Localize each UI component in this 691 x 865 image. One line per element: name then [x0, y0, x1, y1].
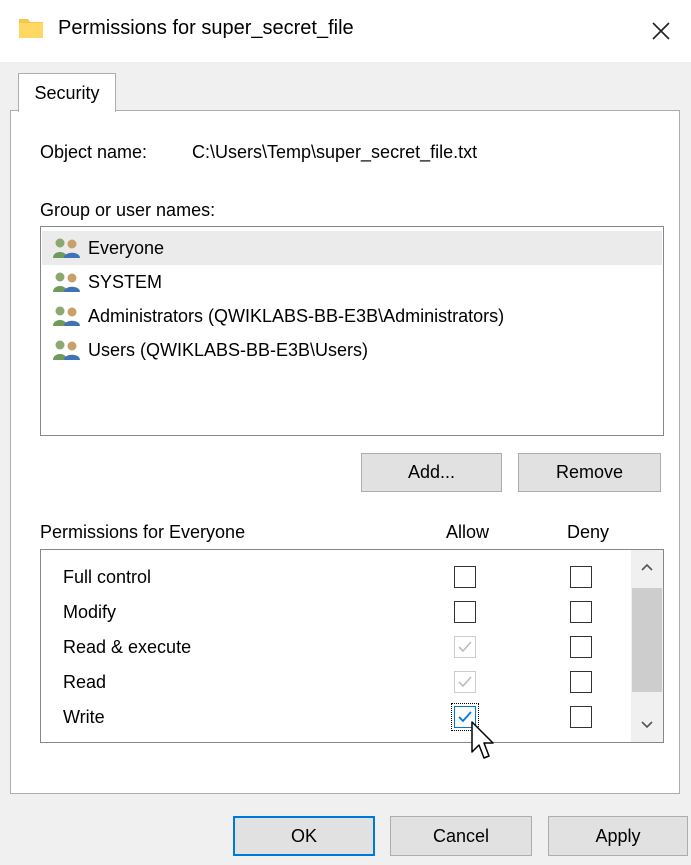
group-item-users[interactable]: Users (QWIKLABS-BB-E3B\Users) [42, 333, 662, 367]
remove-button[interactable]: Remove [518, 453, 661, 492]
checkmark-icon [458, 676, 472, 688]
scroll-down-button[interactable] [631, 708, 663, 742]
add-button[interactable]: Add... [361, 453, 502, 492]
group-item-everyone[interactable]: Everyone [42, 231, 662, 265]
allow-checkbox-full-control[interactable] [454, 566, 476, 588]
folder-icon [19, 19, 43, 38]
chevron-up-icon [641, 563, 653, 571]
permissions-list[interactable]: Full control Modify Read & execute Read … [40, 549, 664, 743]
permission-name: Read [63, 672, 107, 692]
users-icon [53, 340, 80, 360]
permission-name: Full control [63, 567, 152, 587]
group-item-label: Everyone [88, 237, 165, 258]
cancel-button[interactable]: Cancel [390, 816, 532, 856]
deny-checkbox-modify[interactable] [570, 601, 592, 623]
permissions-label: Permissions for Everyone [40, 522, 246, 542]
group-item-administrators[interactable]: Administrators (QWIKLABS-BB-E3B\Administ… [42, 299, 662, 333]
group-user-list[interactable]: Everyone SYSTEM Administrators (QWIKLABS… [40, 226, 664, 436]
permission-row-read: Read [41, 665, 631, 700]
apply-button[interactable]: Apply [548, 816, 688, 856]
users-icon [53, 272, 80, 292]
group-item-label: Users (QWIKLABS-BB-E3B\Users) [88, 339, 369, 360]
permission-name: Read & execute [63, 637, 192, 657]
allow-header: Allow [446, 522, 490, 542]
permission-name: Write [63, 707, 105, 727]
deny-checkbox-read-execute[interactable] [570, 636, 592, 658]
window-title: Permissions for super_secret_file [58, 17, 354, 39]
permission-row-read-execute: Read & execute [41, 630, 631, 665]
mouse-cursor-icon [471, 721, 494, 759]
group-item-label: Administrators (QWIKLABS-BB-E3B\Administ… [88, 305, 505, 326]
deny-checkbox-full-control[interactable] [570, 566, 592, 588]
close-button[interactable] [631, 0, 691, 62]
scroll-thumb[interactable] [632, 588, 662, 692]
group-names-label: Group or user names: [40, 200, 216, 220]
permission-row-full-control: Full control [41, 560, 631, 595]
allow-checkbox-read-execute[interactable] [454, 636, 476, 658]
allow-checkbox-modify[interactable] [454, 601, 476, 623]
allow-checkbox-read[interactable] [454, 671, 476, 693]
permission-row-modify: Modify [41, 595, 631, 630]
users-icon [53, 238, 80, 258]
users-icon [53, 306, 80, 326]
close-icon [652, 22, 670, 40]
deny-checkbox-read[interactable] [570, 671, 592, 693]
deny-header: Deny [567, 522, 610, 542]
tab-security[interactable]: Security [18, 73, 116, 112]
permission-name: Modify [63, 602, 117, 622]
title-bar: Permissions for super_secret_file [0, 0, 691, 62]
permission-row-write: Write [41, 700, 631, 735]
object-name-value: C:\Users\Temp\super_secret_file.txt [192, 142, 478, 162]
group-item-system[interactable]: SYSTEM [42, 265, 662, 299]
checkmark-icon [458, 641, 472, 653]
group-item-label: SYSTEM [88, 271, 163, 292]
permissions-scrollbar[interactable] [631, 550, 663, 742]
scroll-up-button[interactable] [631, 550, 663, 584]
deny-checkbox-write[interactable] [570, 706, 592, 728]
ok-button[interactable]: OK [233, 816, 375, 856]
object-name-label: Object name: [40, 142, 148, 162]
chevron-down-icon [641, 721, 653, 729]
